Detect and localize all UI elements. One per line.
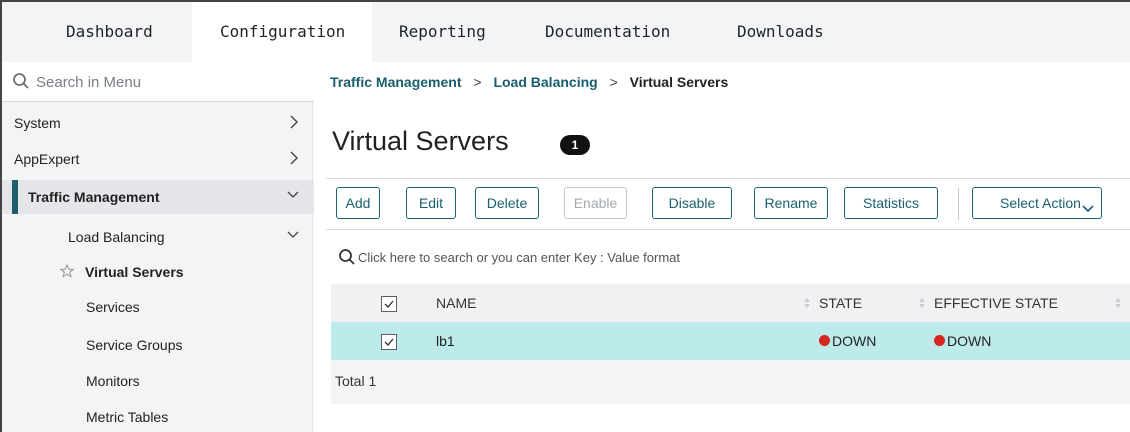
- sidebar-item-label: Metric Tables: [86, 409, 169, 425]
- virtual-servers-table: NAME STATE EFFECTIVE STATE lb1 DOWN DOWN: [331, 284, 1130, 360]
- statistics-button[interactable]: Statistics: [844, 187, 938, 219]
- sidebar-item-label: Service Groups: [86, 337, 183, 353]
- row-spacer: [331, 322, 381, 360]
- select-action-label: Select Action: [1000, 195, 1081, 211]
- state-text: DOWN: [832, 332, 877, 349]
- sidebar-item-monitors[interactable]: Monitors: [2, 364, 314, 398]
- tab-reporting[interactable]: Reporting: [399, 2, 486, 62]
- column-header-label: NAME: [436, 295, 477, 311]
- sidebar-item-virtual-servers[interactable]: Virtual Servers: [2, 255, 314, 289]
- tab-downloads[interactable]: Downloads: [737, 2, 824, 62]
- rename-button[interactable]: Rename: [754, 187, 828, 219]
- enable-button[interactable]: Enable: [564, 187, 627, 219]
- select-all-checkbox[interactable]: [381, 295, 397, 312]
- sidebar-item-appexpert[interactable]: AppExpert: [2, 142, 314, 176]
- sidebar-item-traffic-management[interactable]: Traffic Management: [2, 180, 314, 214]
- top-navigation: Dashboard Configuration Reporting Docume…: [0, 0, 1130, 64]
- row-checkbox[interactable]: [381, 333, 397, 350]
- column-header-name[interactable]: NAME: [436, 284, 819, 322]
- search-icon: [338, 248, 356, 271]
- breadcrumb-traffic-management[interactable]: Traffic Management: [330, 74, 461, 90]
- cell-effective-state: DOWN: [934, 322, 1130, 360]
- page-title: Virtual Servers: [332, 126, 509, 156]
- column-header-label: EFFECTIVE STATE: [934, 295, 1058, 311]
- sort-icon[interactable]: [918, 296, 926, 312]
- sidebar-item-label: Monitors: [86, 373, 140, 389]
- star-icon[interactable]: [59, 263, 75, 283]
- tab-configuration[interactable]: Configuration: [192, 2, 372, 64]
- delete-button[interactable]: Delete: [475, 187, 539, 219]
- table-search-placeholder: Click here to search or you can enter Ke…: [358, 250, 681, 265]
- row-select-cell: [381, 322, 436, 360]
- sidebar-item-label: System: [14, 115, 61, 131]
- sidebar-item-label: Services: [86, 299, 140, 315]
- sidebar: Search in Menu System AppExpert Traffic …: [0, 62, 314, 432]
- toolbar-divider: [958, 188, 959, 220]
- table-header-row: NAME STATE EFFECTIVE STATE: [331, 284, 1130, 322]
- column-header-state[interactable]: STATE: [819, 284, 934, 322]
- sidebar-item-label: AppExpert: [14, 151, 80, 167]
- select-all-cell: [381, 284, 436, 322]
- sidebar-item-services[interactable]: Services: [2, 290, 314, 324]
- disable-button[interactable]: Disable: [652, 187, 732, 219]
- tab-documentation[interactable]: Documentation: [545, 2, 670, 62]
- breadcrumb-separator: >: [609, 74, 618, 90]
- table-total: Total 1: [331, 360, 1130, 404]
- sort-icon[interactable]: [1114, 296, 1122, 312]
- breadcrumb-separator: >: [473, 74, 482, 90]
- effective-state-text: DOWN: [947, 332, 992, 349]
- action-toolbar: Add Edit Delete Enable Disable Rename St…: [326, 178, 1130, 230]
- sidebar-item-system[interactable]: System: [2, 106, 314, 140]
- breadcrumb: Traffic Management > Load Balancing > Vi…: [330, 74, 728, 90]
- add-button[interactable]: Add: [336, 187, 380, 219]
- breadcrumb-virtual-servers: Virtual Servers: [629, 74, 729, 90]
- chevron-down-icon: [286, 228, 300, 247]
- cell-name[interactable]: lb1: [436, 322, 819, 360]
- chevron-right-icon: [288, 114, 300, 135]
- edit-button[interactable]: Edit: [406, 187, 456, 219]
- table-search-input[interactable]: Click here to search or you can enter Ke…: [326, 232, 1130, 284]
- search-icon: [12, 72, 30, 95]
- sidebar-item-service-groups[interactable]: Service Groups: [2, 328, 314, 362]
- chevron-down-icon: [1081, 196, 1095, 226]
- main-content: Traffic Management > Load Balancing > Vi…: [314, 62, 1130, 432]
- chevron-right-icon: [288, 150, 300, 171]
- breadcrumb-load-balancing[interactable]: Load Balancing: [493, 74, 597, 90]
- header-spacer: [331, 284, 381, 322]
- status-down-icon: [819, 335, 830, 347]
- tab-dashboard[interactable]: Dashboard: [66, 2, 153, 62]
- sort-icon[interactable]: [803, 296, 811, 312]
- column-header-effective-state[interactable]: EFFECTIVE STATE: [934, 284, 1130, 322]
- column-header-label: STATE: [819, 295, 863, 311]
- sidebar-item-metric-tables[interactable]: Metric Tables: [2, 400, 314, 432]
- cell-state: DOWN: [819, 322, 934, 360]
- sidebar-item-label: Virtual Servers: [85, 264, 184, 280]
- chevron-down-icon: [286, 188, 300, 207]
- count-badge: 1: [560, 135, 590, 155]
- select-action-dropdown[interactable]: Select Action: [972, 187, 1102, 219]
- menu-search-input[interactable]: Search in Menu: [2, 62, 314, 102]
- table-row[interactable]: lb1 DOWN DOWN: [331, 322, 1130, 360]
- status-down-icon: [934, 335, 945, 347]
- sidebar-item-label: Load Balancing: [68, 229, 165, 245]
- sidebar-item-load-balancing[interactable]: Load Balancing: [2, 220, 314, 254]
- sidebar-item-label: Traffic Management: [28, 189, 160, 205]
- menu-search-placeholder: Search in Menu: [36, 74, 142, 91]
- selection-indicator: [12, 180, 18, 214]
